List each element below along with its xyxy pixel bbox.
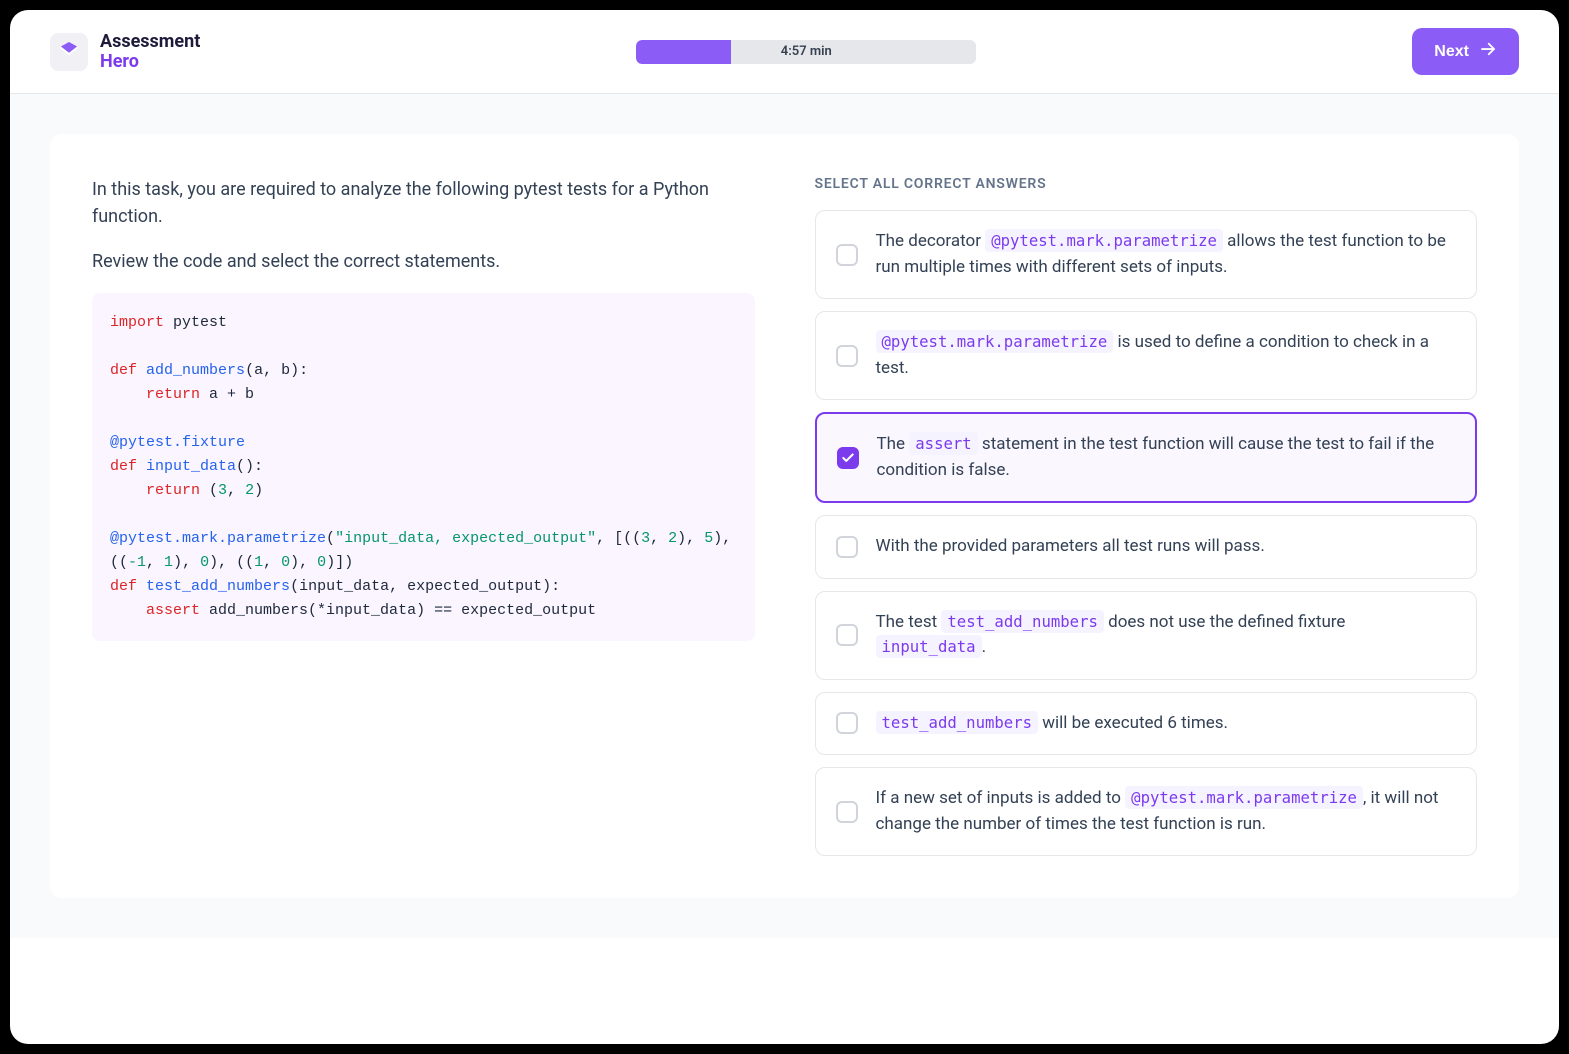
answer-option-2[interactable]: @pytest.mark.parametrize is used to defi… (815, 311, 1478, 400)
main-area: In this task, you are required to analyz… (10, 94, 1559, 938)
answer-checkbox[interactable] (836, 345, 858, 367)
progress-area: 4:57 min (636, 40, 976, 64)
timer-label: 4:57 min (781, 44, 832, 59)
logo-icon (50, 33, 88, 71)
answer-option-6[interactable]: test_add_numbers will be executed 6 time… (815, 692, 1478, 756)
next-button-label: Next (1434, 43, 1469, 61)
answer-option-3[interactable]: The assert statement in the test functio… (815, 412, 1478, 503)
task-paragraph-2: Review the code and select the correct s… (92, 248, 755, 275)
answer-text: With the provided parameters all test ru… (876, 534, 1265, 560)
answer-checkbox[interactable] (836, 712, 858, 734)
answer-checkbox[interactable] (836, 536, 858, 558)
answer-checkbox[interactable] (837, 447, 859, 469)
answer-checkbox[interactable] (836, 801, 858, 823)
answer-option-1[interactable]: The decorator @pytest.mark.parametrize a… (815, 210, 1478, 299)
progress-bar: 4:57 min (636, 40, 976, 64)
answer-list: The decorator @pytest.mark.parametrize a… (815, 210, 1478, 856)
answer-text: The decorator @pytest.mark.parametrize a… (876, 229, 1457, 280)
answer-checkbox[interactable] (836, 624, 858, 646)
answer-option-5[interactable]: The test test_add_numbers does not use t… (815, 591, 1478, 680)
logo: Assessment Hero (50, 32, 200, 72)
code-block: import pytest def add_numbers(a, b): ret… (92, 293, 755, 641)
answers-header: SELECT ALL CORRECT ANSWERS (815, 176, 1478, 192)
task-paragraph-1: In this task, you are required to analyz… (92, 176, 755, 230)
answer-text: If a new set of inputs is added to @pyte… (876, 786, 1457, 837)
question-card: In this task, you are required to analyz… (50, 134, 1519, 898)
answer-option-4[interactable]: With the provided parameters all test ru… (815, 515, 1478, 579)
answer-text: The test test_add_numbers does not use t… (876, 610, 1457, 661)
app-window: Assessment Hero 4:57 min Next In this t (10, 10, 1559, 1044)
arrow-right-icon (1479, 40, 1497, 63)
answer-text: The assert statement in the test functio… (877, 432, 1456, 483)
answer-text: @pytest.mark.parametrize is used to defi… (876, 330, 1457, 381)
answer-option-7[interactable]: If a new set of inputs is added to @pyte… (815, 767, 1478, 856)
progress-fill (636, 40, 731, 64)
logo-line-2: Hero (100, 52, 200, 72)
answer-checkbox[interactable] (836, 244, 858, 266)
answer-text: test_add_numbers will be executed 6 time… (876, 711, 1229, 737)
logo-text: Assessment Hero (100, 32, 200, 72)
answers-column: SELECT ALL CORRECT ANSWERS The decorator… (815, 176, 1478, 856)
next-button[interactable]: Next (1412, 28, 1519, 75)
header: Assessment Hero 4:57 min Next (10, 10, 1559, 94)
logo-line-1: Assessment (100, 32, 200, 52)
question-column: In this task, you are required to analyz… (92, 176, 755, 856)
